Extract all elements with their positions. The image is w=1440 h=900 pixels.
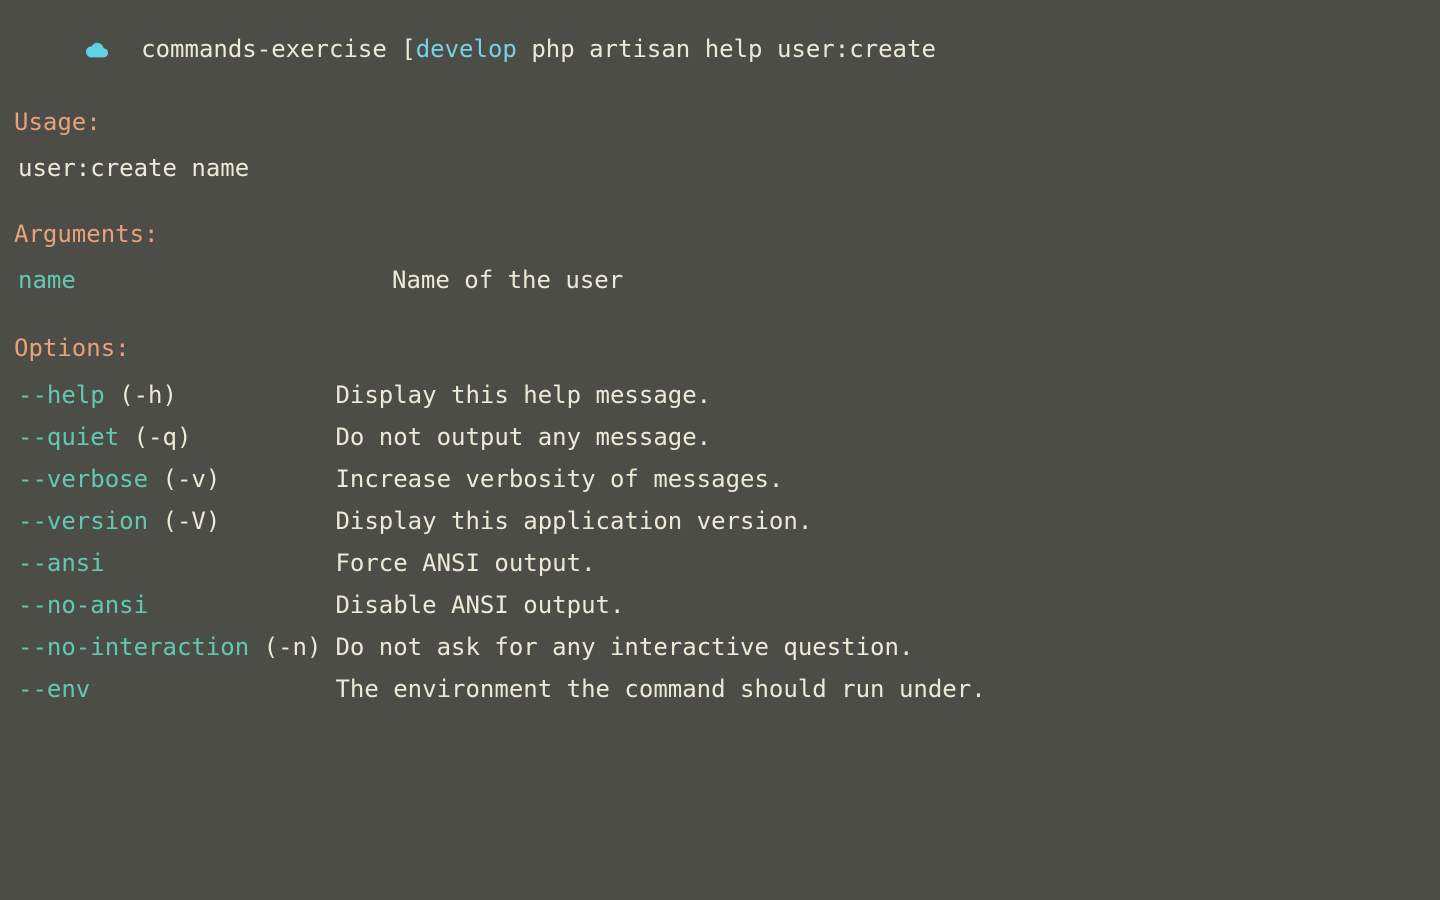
option-short: (-h) [119,381,177,409]
option-row: --version (-V)Display this application v… [14,500,986,542]
option-flag: --ansi [18,549,105,577]
prompt-separator [112,31,141,67]
argument-name: name [14,260,392,300]
option-desc: Force ANSI output. [335,542,985,584]
cloud-icon [14,3,108,93]
option-flag-cell: --env [14,668,335,710]
argument-row: name Name of the user [14,260,623,300]
option-desc: Do not ask for any interactive question. [335,626,985,668]
option-desc: Display this help message. [335,374,985,416]
option-flag: --verbose [18,465,148,493]
argument-name-text: name [18,266,76,294]
option-flag: --no-interaction [18,633,249,661]
terminal-output: commands-exercise [ develop php artisan … [0,4,1440,710]
option-row: --verbose (-v)Increase verbosity of mess… [14,458,986,500]
options-table: --help (-h)Display this help message.--q… [14,374,986,710]
prompt-line[interactable]: commands-exercise [ develop php artisan … [14,4,1426,94]
prompt-space2 [517,31,531,67]
option-flag: --env [18,675,90,703]
option-flag: --quiet [18,423,119,451]
option-row: --no-interaction (-n)Do not ask for any … [14,626,986,668]
option-desc: Increase verbosity of messages. [335,458,985,500]
option-flag-cell: --version (-V) [14,500,335,542]
prompt-cwd: commands-exercise [141,31,387,67]
option-row: --quiet (-q)Do not output any message. [14,416,986,458]
option-short: (-v) [163,465,221,493]
option-row: --no-ansi Disable ANSI output. [14,584,986,626]
option-flag-cell: --quiet (-q) [14,416,335,458]
option-flag: --no-ansi [18,591,148,619]
option-desc: Display this application version. [335,500,985,542]
prompt-space [387,31,401,67]
option-short: (-V) [163,507,221,535]
option-row: --env The environment the command should … [14,668,986,710]
command-input[interactable]: php artisan help user:create [531,31,936,67]
option-flag: --help [18,381,105,409]
usage-heading: Usage: [14,104,1426,140]
prompt-bracket: [ [401,31,415,67]
option-flag-cell: --no-interaction (-n) [14,626,335,668]
option-flag: --version [18,507,148,535]
option-desc: Disable ANSI output. [335,584,985,626]
option-flag-cell: --verbose (-v) [14,458,335,500]
option-desc: The environment the command should run u… [335,668,985,710]
option-short: (-q) [134,423,192,451]
usage-body: user:create name [14,150,1426,186]
option-flag-cell: --help (-h) [14,374,335,416]
option-desc: Do not output any message. [335,416,985,458]
option-row: --help (-h)Display this help message. [14,374,986,416]
option-flag-cell: --ansi [14,542,335,584]
arguments-table: name Name of the user [14,260,623,300]
arguments-heading: Arguments: [14,216,1426,252]
prompt-branch: develop [416,31,517,67]
option-flag-cell: --no-ansi [14,584,335,626]
option-short: (-n) [264,633,322,661]
option-row: --ansi Force ANSI output. [14,542,986,584]
options-heading: Options: [14,330,1426,366]
argument-desc: Name of the user [392,260,623,300]
